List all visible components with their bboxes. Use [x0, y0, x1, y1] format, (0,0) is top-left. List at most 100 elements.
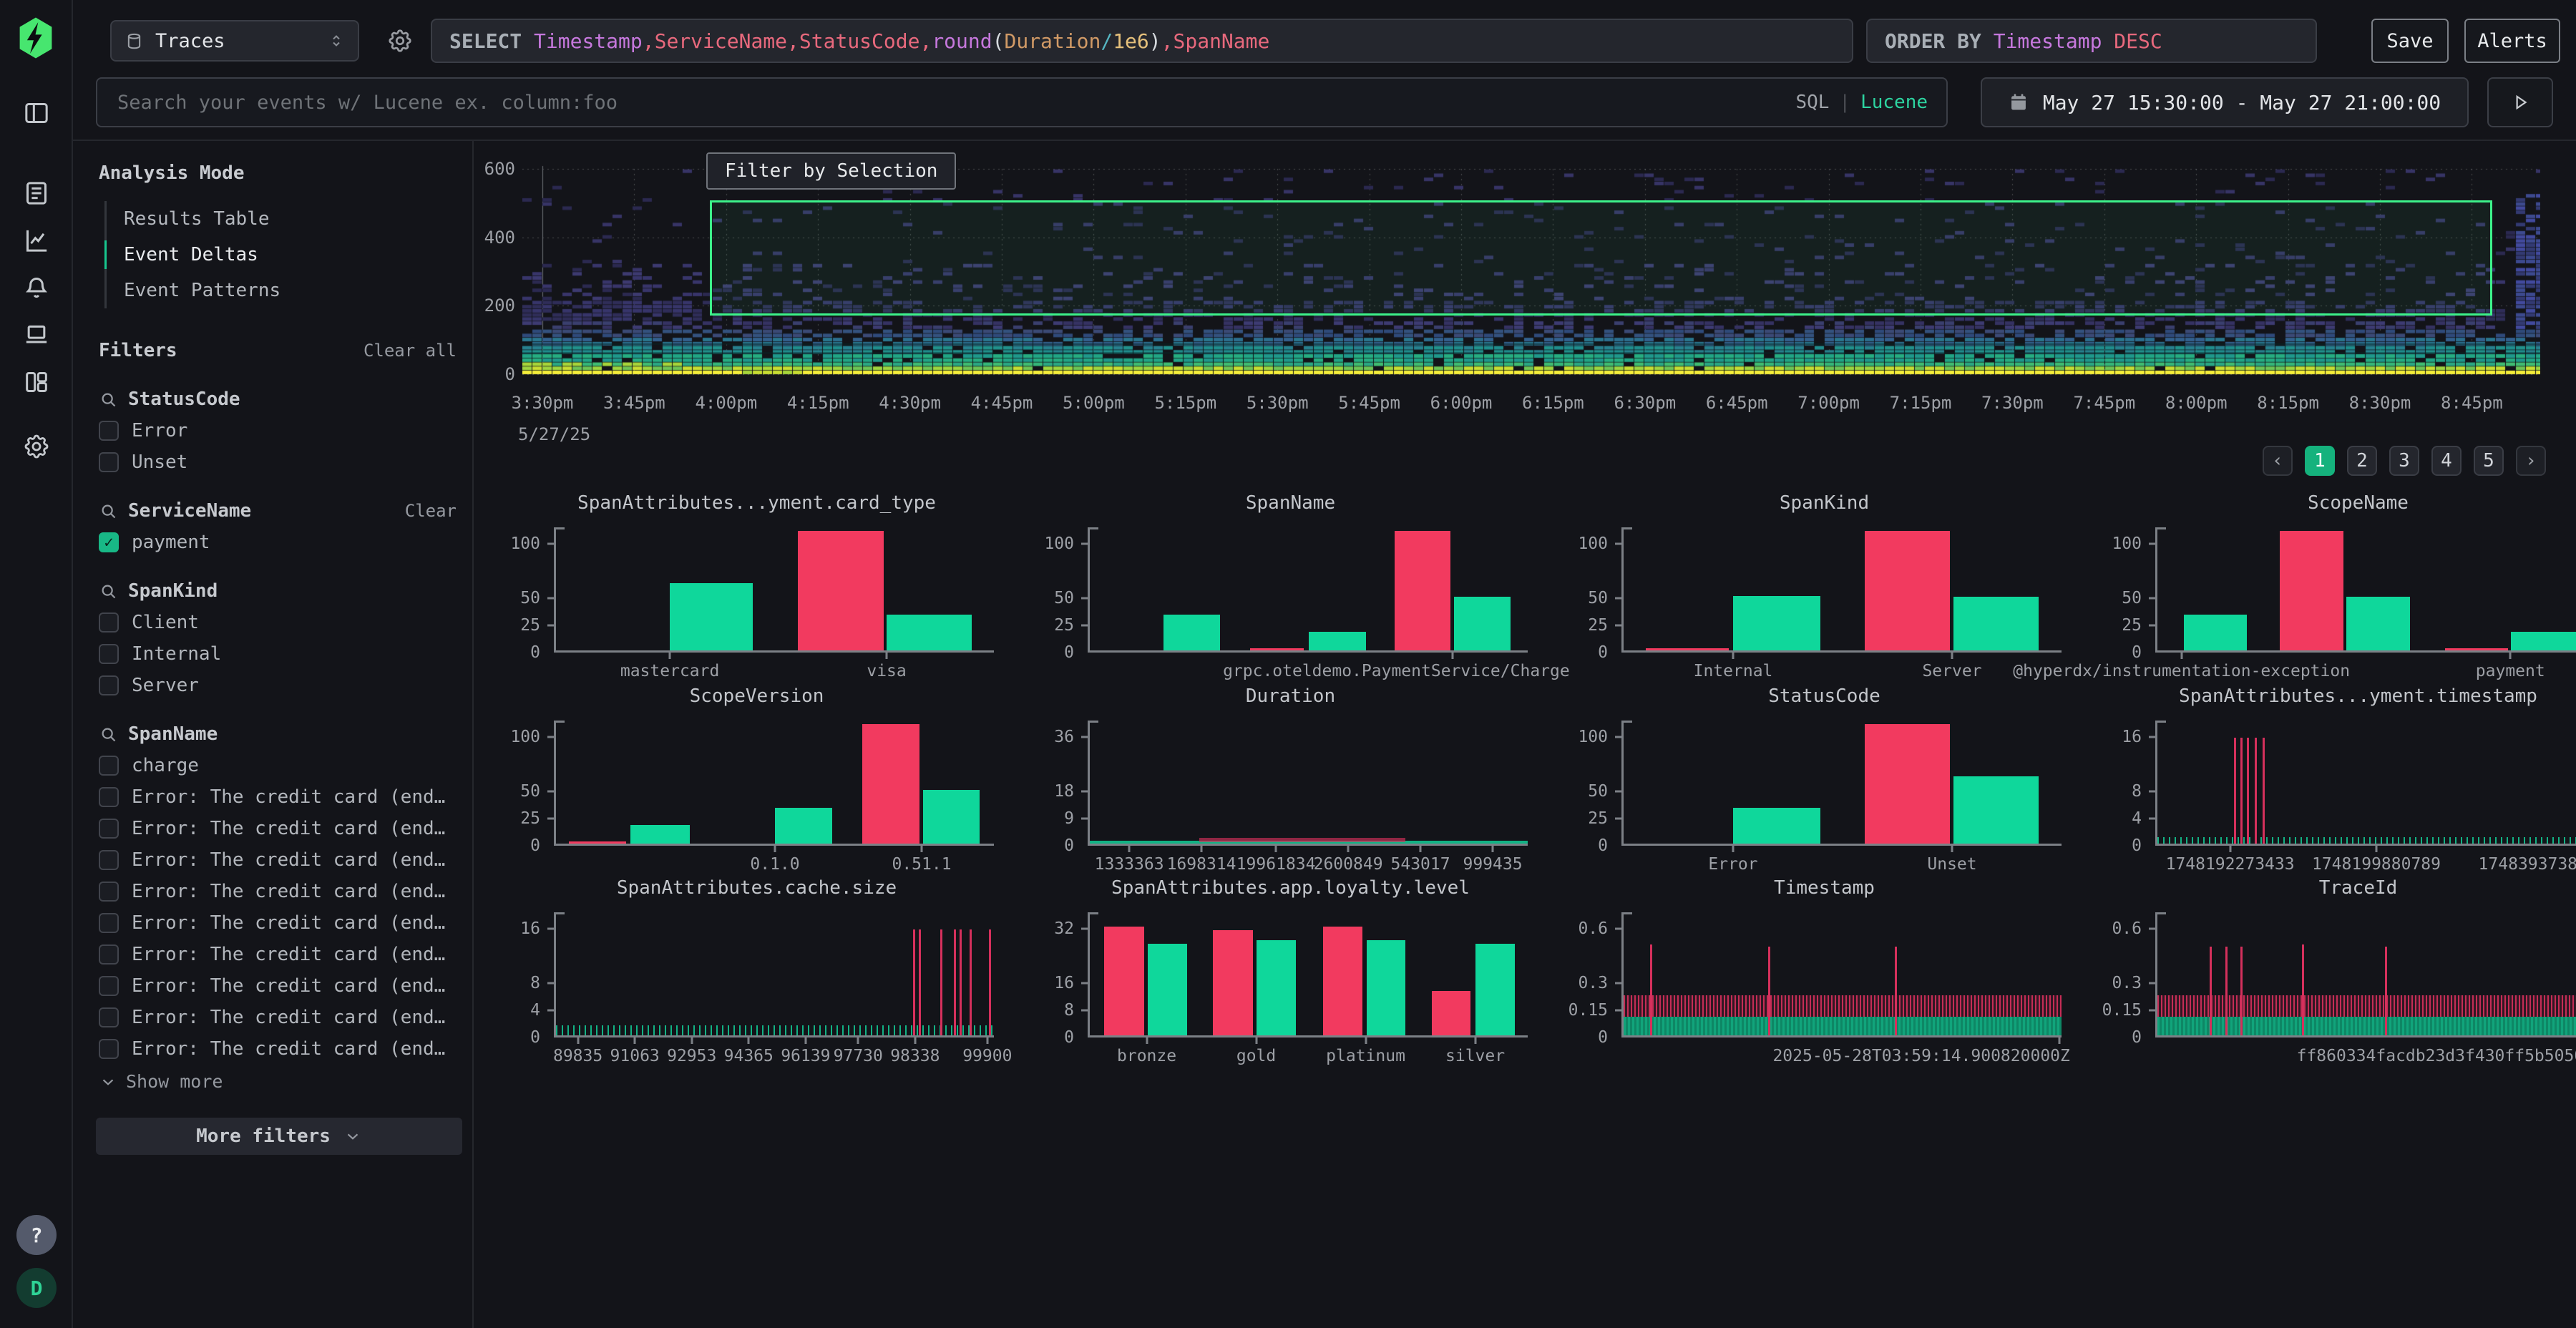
sessions-icon[interactable] — [22, 321, 51, 349]
bar-green — [887, 615, 972, 650]
settings-icon[interactable] — [22, 432, 51, 461]
pagination-page-5[interactable]: 5 — [2474, 446, 2504, 476]
filter-option[interactable]: Server — [99, 675, 457, 696]
x-axis-tick-mark — [921, 844, 923, 852]
filter-option[interactable]: Error — [99, 420, 457, 441]
bar-red — [1323, 927, 1362, 1035]
checkbox[interactable] — [99, 976, 119, 996]
checkbox[interactable] — [99, 787, 119, 807]
pagination-prev[interactable]: ‹ — [2263, 446, 2293, 476]
source-select[interactable]: Traces — [110, 20, 359, 62]
checkbox[interactable] — [99, 819, 119, 839]
filter-option[interactable]: Error: The credit card (end… — [99, 1038, 457, 1060]
x-axis-tick-mark — [748, 1035, 750, 1044]
hyperdx-logo-icon[interactable] — [16, 16, 56, 60]
filter-option[interactable]: Error: The credit card (end… — [99, 975, 457, 997]
x-axis-tick-mark — [774, 844, 776, 852]
query-token: ServiceName — [655, 29, 787, 53]
filter-option[interactable]: Internal — [99, 643, 457, 665]
source-settings-icon[interactable] — [386, 27, 414, 54]
analysis-mode-item[interactable]: Event Patterns — [107, 273, 457, 308]
bar-green — [1733, 808, 1820, 844]
checkbox[interactable] — [99, 1039, 119, 1059]
analysis-mode-item[interactable]: Event Deltas — [107, 237, 457, 273]
show-more-link[interactable]: Show more — [99, 1071, 457, 1092]
run-query-button[interactable] — [2487, 77, 2553, 127]
x-axis-tick-label: 19961834 — [1236, 855, 1316, 874]
checkbox[interactable] — [99, 756, 119, 776]
filter-option[interactable]: Client — [99, 612, 457, 633]
x-axis-tick-mark — [914, 1035, 916, 1044]
y-axis-tick-label: 0 — [1064, 643, 1080, 662]
y-axis-tick-label: 8 — [1064, 1001, 1080, 1020]
filter-by-selection-button[interactable]: Filter by Selection — [706, 152, 956, 190]
select-query-input[interactable]: SELECT Timestamp,ServiceName,StatusCode,… — [431, 19, 1853, 63]
heatmap-selection-box[interactable] — [710, 200, 2492, 316]
chart-title: SpanAttributes.app.loyalty.level — [1028, 877, 1553, 899]
clear-all-link[interactable]: Clear all — [364, 341, 457, 361]
lucene-toggle[interactable]: Lucene — [1860, 92, 1928, 113]
checkbox[interactable] — [99, 421, 119, 441]
dashboards-icon[interactable] — [22, 368, 51, 396]
avatar[interactable]: D — [16, 1268, 57, 1308]
x-axis-tick-label: bronze — [1117, 1047, 1176, 1065]
heatmap-xtick-label: 4:00pm — [695, 393, 757, 413]
y-axis-tick-mark — [547, 624, 556, 626]
save-button[interactable]: Save — [2371, 19, 2449, 63]
checkbox[interactable] — [99, 612, 119, 633]
y-axis-tick-mark — [1081, 817, 1090, 819]
checkbox[interactable] — [99, 882, 119, 902]
chart-icon[interactable] — [22, 226, 51, 255]
pagination-page-4[interactable]: 4 — [2431, 446, 2462, 476]
filter-option[interactable]: ✓payment — [99, 532, 457, 553]
bell-icon[interactable] — [22, 273, 51, 302]
x-axis-tick-label: silver — [1445, 1047, 1505, 1065]
chart-title: ScopeVersion — [494, 685, 1020, 707]
filter-option[interactable]: Unset — [99, 451, 457, 473]
date-range-picker[interactable]: May 27 15:30:00 - May 27 21:00:00 — [1981, 77, 2469, 127]
analysis-mode-item[interactable]: Results Table — [107, 201, 457, 237]
filter-option[interactable]: charge — [99, 755, 457, 776]
panels-icon[interactable] — [22, 99, 51, 127]
alerts-button[interactable]: Alerts — [2464, 19, 2560, 63]
red-spike — [970, 929, 972, 1035]
filter-option-label: Unset — [132, 451, 187, 473]
checkbox[interactable] — [99, 452, 119, 472]
checkbox[interactable] — [99, 644, 119, 664]
pagination-page-3[interactable]: 3 — [2389, 446, 2419, 476]
x-axis-tick-label: visa — [867, 662, 906, 680]
logs-icon[interactable] — [22, 179, 51, 208]
pagination-page-2[interactable]: 2 — [2347, 446, 2377, 476]
checkbox[interactable] — [99, 850, 119, 870]
bar-green — [1953, 776, 2039, 844]
chart-spanattributes-yment-timestamp: SpanAttributes...yment.timestamp16840174… — [2095, 685, 2576, 873]
sql-toggle[interactable]: SQL — [1795, 92, 1829, 113]
query-token: Duration — [1004, 29, 1101, 53]
filter-option[interactable]: Error: The credit card (end… — [99, 881, 457, 902]
heatmap-xtick-label: 7:30pm — [1981, 393, 2044, 413]
dense-baseline — [1624, 1017, 2062, 1035]
more-filters-button[interactable]: More filters — [96, 1118, 462, 1155]
help-button[interactable]: ? — [16, 1215, 57, 1255]
filter-option[interactable]: Error: The credit card (end… — [99, 818, 457, 839]
chart-traceid: TraceId0.60.30.150ff860334facdb23d3f430f… — [2095, 877, 2576, 1065]
orderby-input[interactable]: ORDER BY Timestamp DESC — [1866, 19, 2317, 63]
clear-group-link[interactable]: Clear — [405, 501, 457, 521]
pagination-page-1[interactable]: 1 — [2305, 446, 2335, 476]
filter-group-header: StatusCode — [99, 389, 457, 410]
filter-option[interactable]: Error: The credit card (end… — [99, 912, 457, 934]
filter-sidebar: Analysis Mode Results TableEvent DeltasE… — [73, 141, 474, 1328]
search-input[interactable] — [116, 91, 1795, 114]
filter-option[interactable]: Error: The credit card (end… — [99, 1007, 457, 1028]
checkbox[interactable] — [99, 1007, 119, 1027]
filter-option[interactable]: Error: The credit card (end… — [99, 944, 457, 965]
checkbox[interactable] — [99, 944, 119, 965]
filter-option[interactable]: Error: The credit card (end… — [99, 786, 457, 808]
checkbox[interactable] — [99, 913, 119, 933]
y-axis-tick-mark — [1081, 736, 1090, 738]
checkbox[interactable] — [99, 675, 119, 695]
checkbox[interactable]: ✓ — [99, 532, 119, 552]
y-axis-tick-label: 36 — [1054, 728, 1080, 746]
filter-option[interactable]: Error: The credit card (end… — [99, 849, 457, 871]
pagination-next[interactable]: › — [2516, 446, 2546, 476]
